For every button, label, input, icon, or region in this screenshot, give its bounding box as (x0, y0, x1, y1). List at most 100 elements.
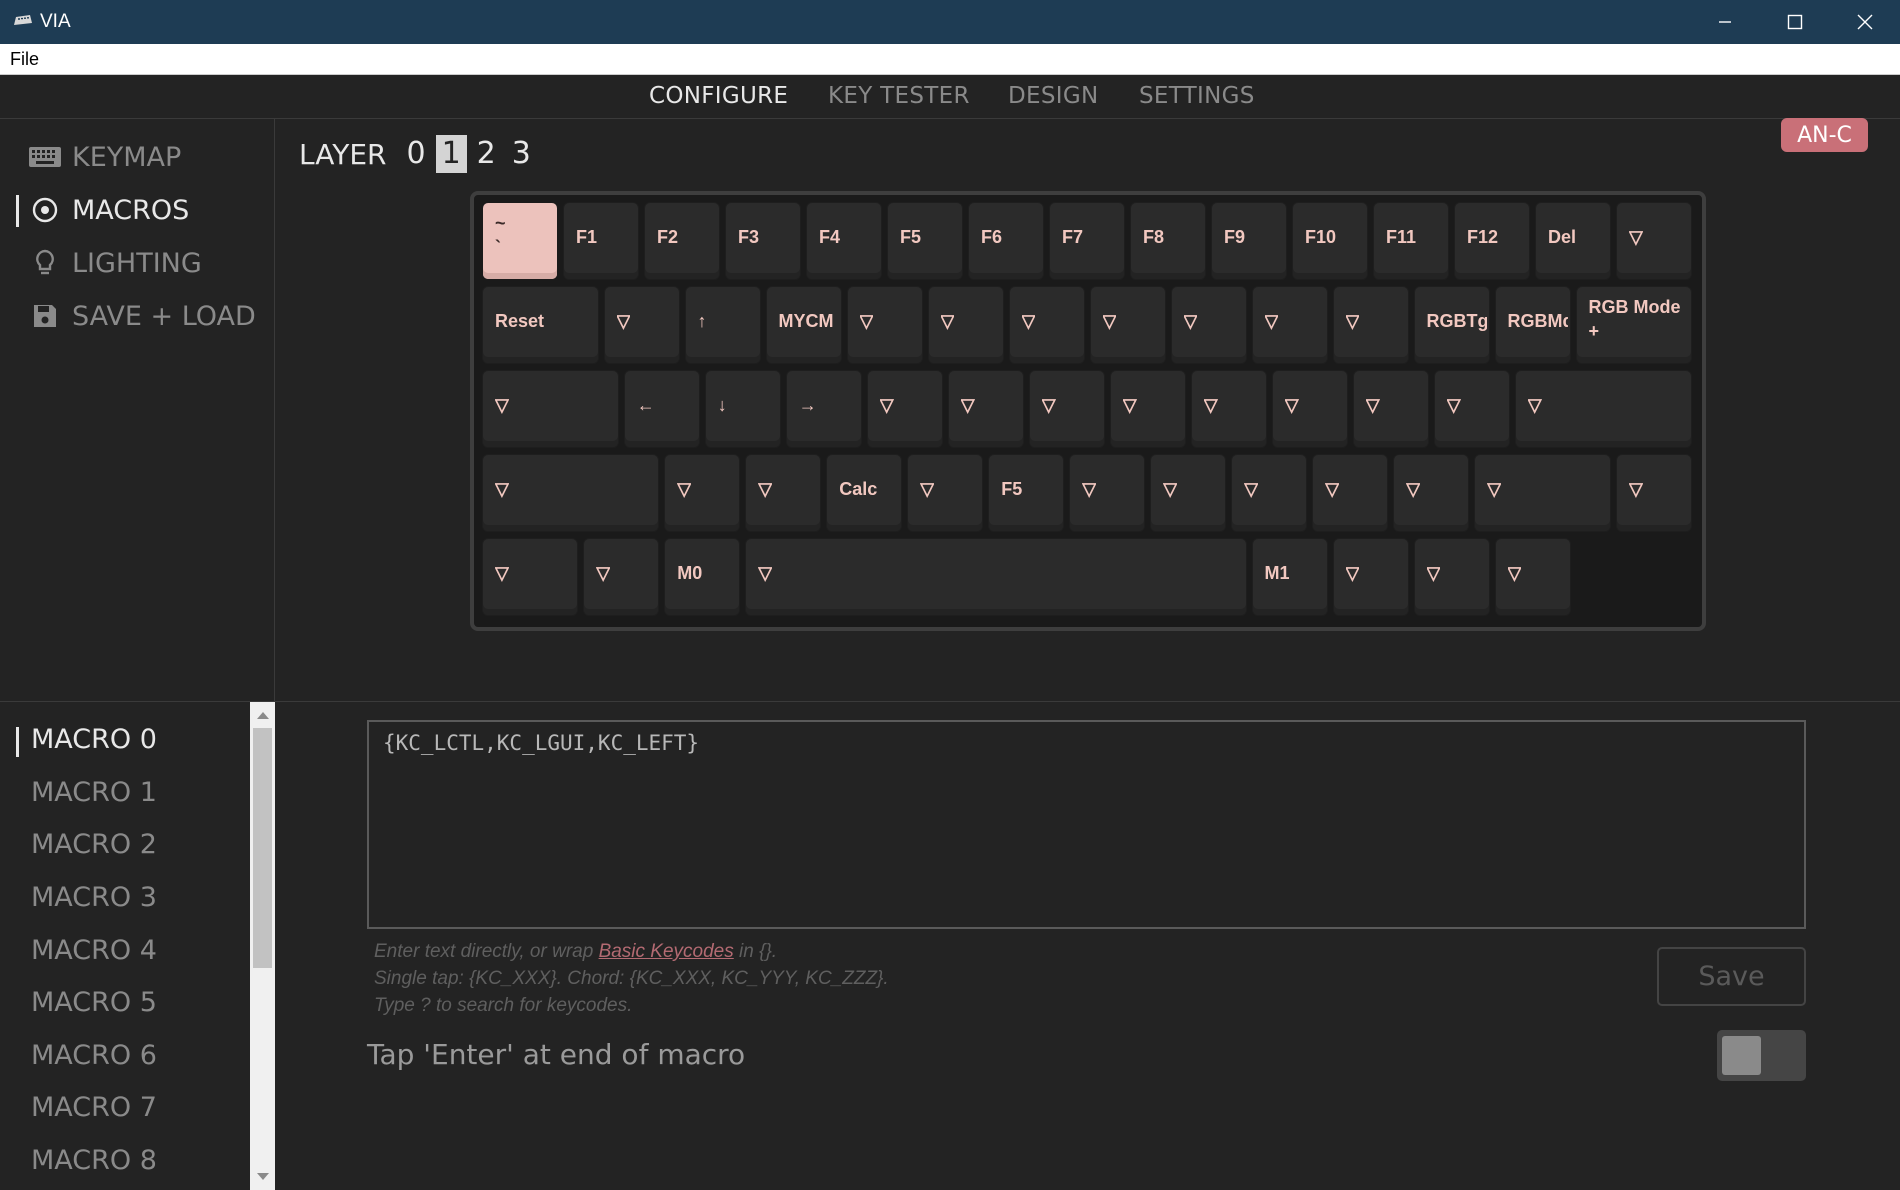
key-r2-c10[interactable]: ▽ (1353, 371, 1428, 447)
macro-item-8[interactable]: MACRO 8 (31, 1145, 157, 1176)
key-r3-c7[interactable]: ▽ (1151, 455, 1226, 531)
macro-list: MACRO 0 MACRO 1 MACRO 2 MACRO 3 MACRO 4 … (0, 702, 250, 1190)
key-r0-c5[interactable]: F5 (888, 203, 962, 279)
key-r0-c3[interactable]: F3 (726, 203, 800, 279)
save-button[interactable]: Save (1657, 947, 1806, 1006)
key-r1-c8[interactable]: ▽ (1171, 287, 1246, 363)
key-label: ▽ (1446, 395, 1461, 415)
tab-configure[interactable]: CONFIGURE (649, 83, 788, 109)
key-r2-c6[interactable]: ▽ (1029, 371, 1104, 447)
key-r2-c3[interactable]: → (786, 371, 861, 447)
key-r1-c3[interactable]: MYCM (766, 287, 841, 363)
key-r3-c10[interactable]: ▽ (1394, 455, 1469, 531)
key-r0-c2[interactable]: F2 (645, 203, 719, 279)
file-menu[interactable]: File (10, 49, 39, 70)
tab-settings[interactable]: SETTINGS (1139, 83, 1255, 109)
key-r3-c12[interactable]: ▽ (1617, 455, 1691, 531)
macro-item-7[interactable]: MACRO 7 (31, 1092, 157, 1123)
basic-keycodes-link[interactable]: Basic Keycodes (599, 941, 734, 962)
key-r1-c4[interactable]: ▽ (847, 287, 922, 363)
key-r2-c4[interactable]: ▽ (867, 371, 942, 447)
key-r0-c11[interactable]: F11 (1374, 203, 1448, 279)
key-r2-c11[interactable]: ▽ (1434, 371, 1509, 447)
minimize-button[interactable] (1690, 0, 1760, 44)
scrollbar-thumb[interactable] (253, 728, 272, 968)
macro-item-6[interactable]: MACRO 6 (31, 1040, 157, 1071)
key-r0-c10[interactable]: F10 (1293, 203, 1367, 279)
layer-1-button[interactable]: 1 (435, 135, 467, 173)
tab-key-tester[interactable]: KEY TESTER (828, 83, 970, 109)
layer-0-button[interactable]: 0 (400, 135, 431, 173)
key-r2-c9[interactable]: ▽ (1272, 371, 1347, 447)
key-r3-c8[interactable]: ▽ (1232, 455, 1307, 531)
key-r0-c7[interactable]: F7 (1050, 203, 1124, 279)
key-r0-c12[interactable]: F12 (1455, 203, 1529, 279)
key-r0-c4[interactable]: F4 (807, 203, 881, 279)
key-r3-c4[interactable]: ▽ (908, 455, 983, 531)
key-r0-c0[interactable]: ~ ` (483, 203, 557, 279)
key-r4-c2[interactable]: M0 (665, 539, 740, 615)
macro-item-3[interactable]: MACRO 3 (31, 882, 157, 913)
target-icon (28, 195, 62, 225)
layer-3-button[interactable]: 3 (506, 135, 537, 173)
key-r1-c0[interactable]: Reset (483, 287, 598, 363)
key-r3-c9[interactable]: ▽ (1313, 455, 1388, 531)
key-r0-c1[interactable]: F1 (564, 203, 638, 279)
key-r3-c6[interactable]: ▽ (1070, 455, 1145, 531)
key-r0-c6[interactable]: F6 (969, 203, 1043, 279)
key-r2-c5[interactable]: ▽ (948, 371, 1023, 447)
key-r2-c7[interactable]: ▽ (1110, 371, 1185, 447)
macro-item-1[interactable]: MACRO 1 (31, 777, 157, 808)
sidebar-item-macros[interactable]: MACROS (28, 192, 189, 228)
scroll-down-icon[interactable] (257, 1173, 269, 1180)
key-r1-c11[interactable]: RGBTgg (1414, 287, 1489, 363)
key-r1-c5[interactable]: ▽ (928, 287, 1003, 363)
sidebar-item-save-load[interactable]: SAVE + LOAD (28, 298, 256, 334)
key-r3-c1[interactable]: ▽ (665, 455, 740, 531)
key-r1-c13[interactable]: RGB Mode + (1576, 287, 1691, 363)
macro-item-5[interactable]: MACRO 5 (31, 987, 157, 1018)
macro-item-2[interactable]: MACRO 2 (31, 829, 157, 860)
key-r0-c14[interactable]: ▽ (1617, 203, 1691, 279)
key-r2-c0[interactable]: ▽ (483, 371, 618, 447)
key-r3-c3[interactable]: Calc (827, 455, 902, 531)
key-r1-c2[interactable]: ↑ (685, 287, 760, 363)
key-r4-c4[interactable]: M1 (1252, 539, 1327, 615)
key-r1-c1[interactable]: ▽ (604, 287, 679, 363)
key-r2-c2[interactable]: ↓ (705, 371, 780, 447)
macro-item-0[interactable]: MACRO 0 (31, 724, 157, 755)
key-r2-c8[interactable]: ▽ (1191, 371, 1266, 447)
key-r2-c12[interactable]: ▽ (1515, 371, 1691, 447)
key-r4-c6[interactable]: ▽ (1414, 539, 1489, 615)
key-r4-c3[interactable]: ▽ (746, 539, 1246, 615)
maximize-button[interactable] (1760, 0, 1830, 44)
key-r4-c7[interactable]: ▽ (1495, 539, 1570, 615)
key-r0-c9[interactable]: F9 (1212, 203, 1286, 279)
tab-design[interactable]: DESIGN (1008, 83, 1098, 109)
key-r0-c8[interactable]: F8 (1131, 203, 1205, 279)
key-r4-c5[interactable]: ▽ (1333, 539, 1408, 615)
key-r2-c1[interactable]: ← (624, 371, 699, 447)
key-r1-c9[interactable]: ▽ (1252, 287, 1327, 363)
key-r0-c13[interactable]: Del (1536, 203, 1610, 279)
key-r1-c6[interactable]: ▽ (1009, 287, 1084, 363)
key-r3-c0[interactable]: ▽ (483, 455, 659, 531)
key-r3-c5[interactable]: F5 (989, 455, 1064, 531)
key-r4-c0[interactable]: ▽ (483, 539, 578, 615)
sidebar-item-keymap[interactable]: KEYMAP (28, 139, 181, 175)
sidebar-item-lighting[interactable]: LIGHTING (28, 245, 202, 281)
macro-text-input[interactable] (367, 720, 1806, 929)
key-r3-c11[interactable]: ▽ (1475, 455, 1610, 531)
key-r3-c2[interactable]: ▽ (746, 455, 821, 531)
close-button[interactable] (1830, 0, 1900, 44)
tap-enter-toggle[interactable] (1717, 1030, 1806, 1081)
key-r1-c7[interactable]: ▽ (1090, 287, 1165, 363)
key-r1-c10[interactable]: ▽ (1333, 287, 1408, 363)
key-label: ▽ (960, 395, 975, 415)
key-r1-c12[interactable]: RGBMd- (1495, 287, 1570, 363)
key-r4-c1[interactable]: ▽ (584, 539, 659, 615)
macro-item-4[interactable]: MACRO 4 (31, 935, 157, 966)
scroll-up-icon[interactable] (257, 712, 269, 719)
macro-list-scrollbar[interactable] (250, 702, 275, 1190)
layer-2-button[interactable]: 2 (471, 135, 502, 173)
